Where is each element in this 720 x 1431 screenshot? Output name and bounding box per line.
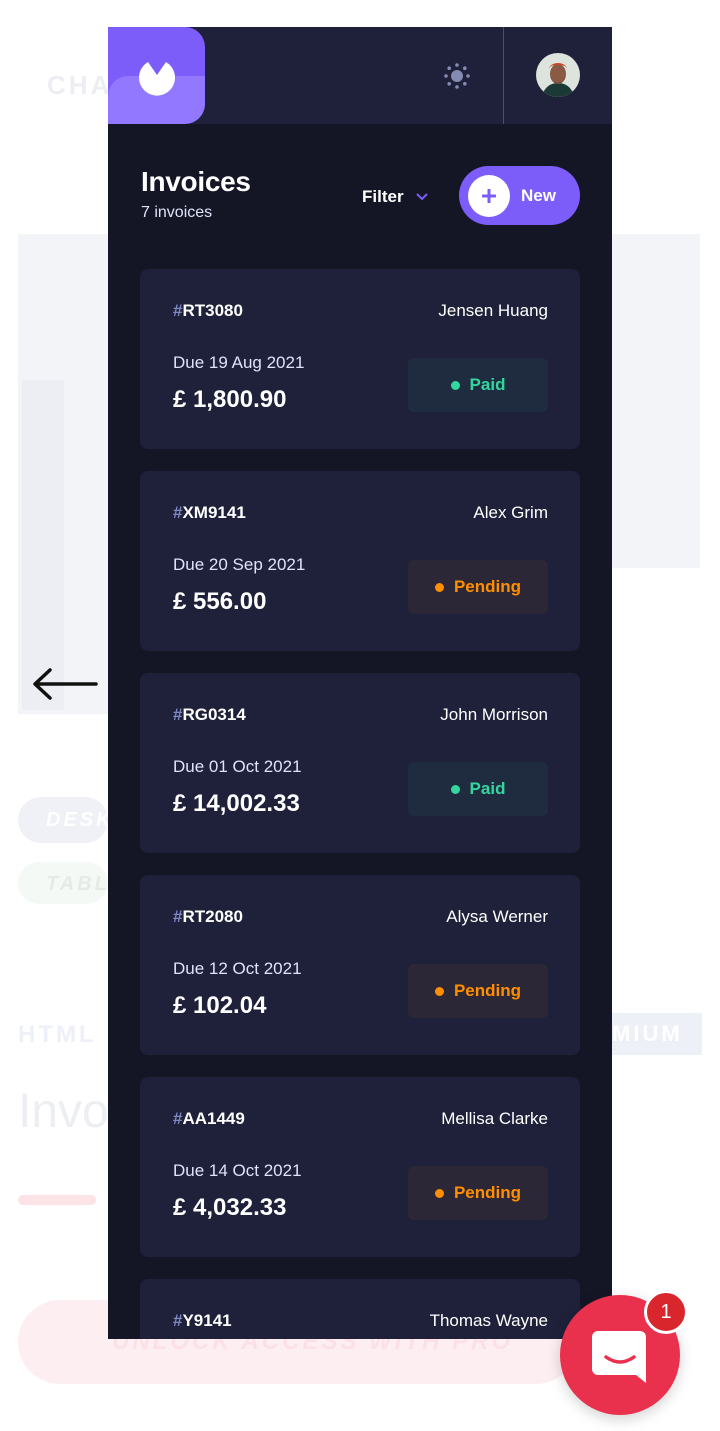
- invoice-card[interactable]: #XM9141 Alex Grim Due 20 Sep 2021 £ 556.…: [140, 471, 580, 651]
- status-dot-icon: [434, 1188, 444, 1198]
- logo[interactable]: [108, 27, 205, 124]
- invoices-header: Invoices 7 invoices Filter New: [141, 166, 581, 230]
- filter-label: Filter: [362, 187, 404, 206]
- invoice-card[interactable]: #RT3080 Jensen Huang Due 19 Aug 2021 £ 1…: [140, 269, 580, 449]
- invoice-id: #Y9141: [173, 1311, 232, 1330]
- logo-icon: [139, 62, 175, 96]
- avatar[interactable]: [536, 53, 580, 97]
- invoice-id: #RT2080: [173, 907, 243, 926]
- status-badge: Paid: [408, 358, 548, 412]
- invoice-amount: £ 556.00: [173, 588, 267, 615]
- status-badge: Pending: [408, 1166, 548, 1220]
- status-dot-icon: [450, 380, 460, 390]
- client-name: Jensen Huang: [438, 301, 548, 320]
- background-pill: TABL: [18, 862, 108, 904]
- invoice-card[interactable]: #RT2080 Alysa Werner Due 12 Oct 2021 £ 1…: [140, 875, 580, 1055]
- status-dot-icon: [450, 784, 460, 794]
- client-name: Thomas Wayne: [429, 1311, 548, 1330]
- client-name: Alex Grim: [473, 503, 548, 522]
- user-avatar-icon: [536, 53, 580, 97]
- due-date: Due 12 Oct 2021: [173, 959, 302, 978]
- background-panel: [22, 380, 64, 710]
- invoice-amount: £ 4,032.33: [173, 1194, 287, 1221]
- background-word: HTML: [18, 1021, 97, 1048]
- invoice-amount: £ 14,002.33: [173, 790, 300, 817]
- invoice-id: #RG0314: [173, 705, 246, 724]
- invoice-amount: £ 1,800.90: [173, 386, 287, 413]
- invoice-card[interactable]: #Y9141 Thomas Wayne: [140, 1279, 580, 1339]
- top-bar-divider: [503, 27, 504, 124]
- status-badge: Pending: [408, 560, 548, 614]
- due-date: Due 19 Aug 2021: [173, 353, 305, 372]
- due-date: Due 01 Oct 2021: [173, 757, 302, 776]
- invoice-id: #XM9141: [173, 503, 246, 522]
- background-heading: CHA: [47, 70, 113, 100]
- new-invoice-label: New: [521, 185, 556, 205]
- background-badge: MIUM: [612, 1013, 702, 1055]
- status-badge: Paid: [408, 762, 548, 816]
- invoice-card[interactable]: #RG0314 John Morrison Due 01 Oct 2021 £ …: [140, 673, 580, 853]
- background-underline: [18, 1195, 96, 1205]
- arrow-left-icon[interactable]: [30, 664, 100, 704]
- status-dot-icon: [434, 582, 444, 592]
- status-badge: Pending: [408, 964, 548, 1018]
- invoice-app: Invoices 7 invoices Filter New #RT3080 J…: [108, 27, 612, 1339]
- top-bar: [108, 27, 612, 124]
- notification-badge: 1: [644, 1290, 688, 1334]
- status-dot-icon: [434, 986, 444, 996]
- invoice-amount: £ 102.04: [173, 992, 267, 1019]
- client-name: John Morrison: [440, 705, 548, 724]
- background-title: Invo: [18, 1085, 109, 1138]
- invoice-id: #AA1449: [173, 1109, 245, 1128]
- new-invoice-button[interactable]: New: [459, 166, 580, 225]
- background-pill: DESK: [18, 797, 111, 843]
- chevron-down-icon: [415, 193, 428, 201]
- due-date: Due 14 Oct 2021: [173, 1161, 302, 1180]
- sun-icon: [444, 63, 470, 89]
- invoice-list: #RT3080 Jensen Huang Due 19 Aug 2021 £ 1…: [140, 269, 580, 1339]
- due-date: Due 20 Sep 2021: [173, 555, 306, 574]
- filter-dropdown[interactable]: Filter: [362, 187, 428, 207]
- invoice-id: #RT3080: [173, 301, 243, 320]
- theme-toggle-button[interactable]: [442, 61, 472, 91]
- client-name: Mellisa Clarke: [441, 1109, 548, 1128]
- plus-icon: [468, 174, 510, 217]
- client-name: Alysa Werner: [446, 907, 548, 926]
- invoice-card[interactable]: #AA1449 Mellisa Clarke Due 14 Oct 2021 £…: [140, 1077, 580, 1257]
- background-panel: [612, 234, 700, 568]
